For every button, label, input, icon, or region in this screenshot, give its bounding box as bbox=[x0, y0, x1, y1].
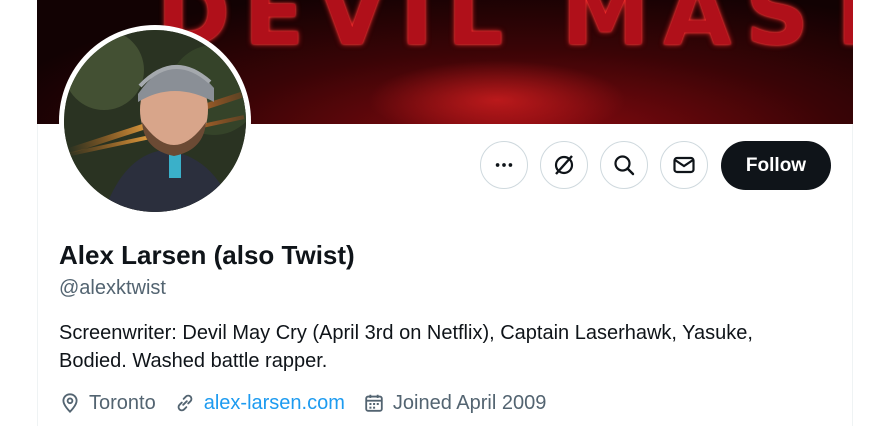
calendar-icon bbox=[365, 394, 383, 412]
profile-meta: Toronto alex-larsen.com Joined April 200… bbox=[59, 389, 564, 417]
banner-text: DEVIL MASTERS bbox=[157, 0, 853, 65]
joined-text: Joined April 2009 bbox=[392, 391, 547, 414]
avatar-illustration bbox=[64, 30, 246, 212]
avatar[interactable] bbox=[59, 25, 251, 217]
message-button[interactable] bbox=[660, 141, 708, 189]
search-button[interactable] bbox=[600, 141, 648, 189]
profile-handle: @alexktwist bbox=[59, 277, 166, 299]
search-icon bbox=[614, 155, 635, 176]
profile-bio: Screenwriter: Devil May Cry (April 3rd o… bbox=[59, 322, 753, 372]
banner-glow bbox=[367, 60, 627, 124]
profile-name: Alex Larsen (also Twist) bbox=[59, 240, 355, 270]
website-item[interactable]: alex-larsen.com bbox=[174, 392, 345, 415]
avatar-photo bbox=[64, 30, 246, 212]
grok-icon bbox=[554, 155, 574, 175]
location-text: Toronto bbox=[89, 391, 156, 414]
location-item: Toronto bbox=[59, 392, 156, 415]
website-link[interactable]: alex-larsen.com bbox=[204, 392, 345, 415]
location-pin-icon bbox=[62, 393, 78, 413]
follow-button[interactable]: Follow bbox=[721, 141, 831, 190]
mail-icon bbox=[673, 156, 695, 174]
more-button[interactable] bbox=[480, 141, 528, 189]
link-icon bbox=[177, 394, 193, 412]
more-horizontal-icon bbox=[495, 163, 513, 167]
joined-item: Joined April 2009 bbox=[363, 392, 546, 415]
grok-button[interactable] bbox=[540, 141, 588, 189]
